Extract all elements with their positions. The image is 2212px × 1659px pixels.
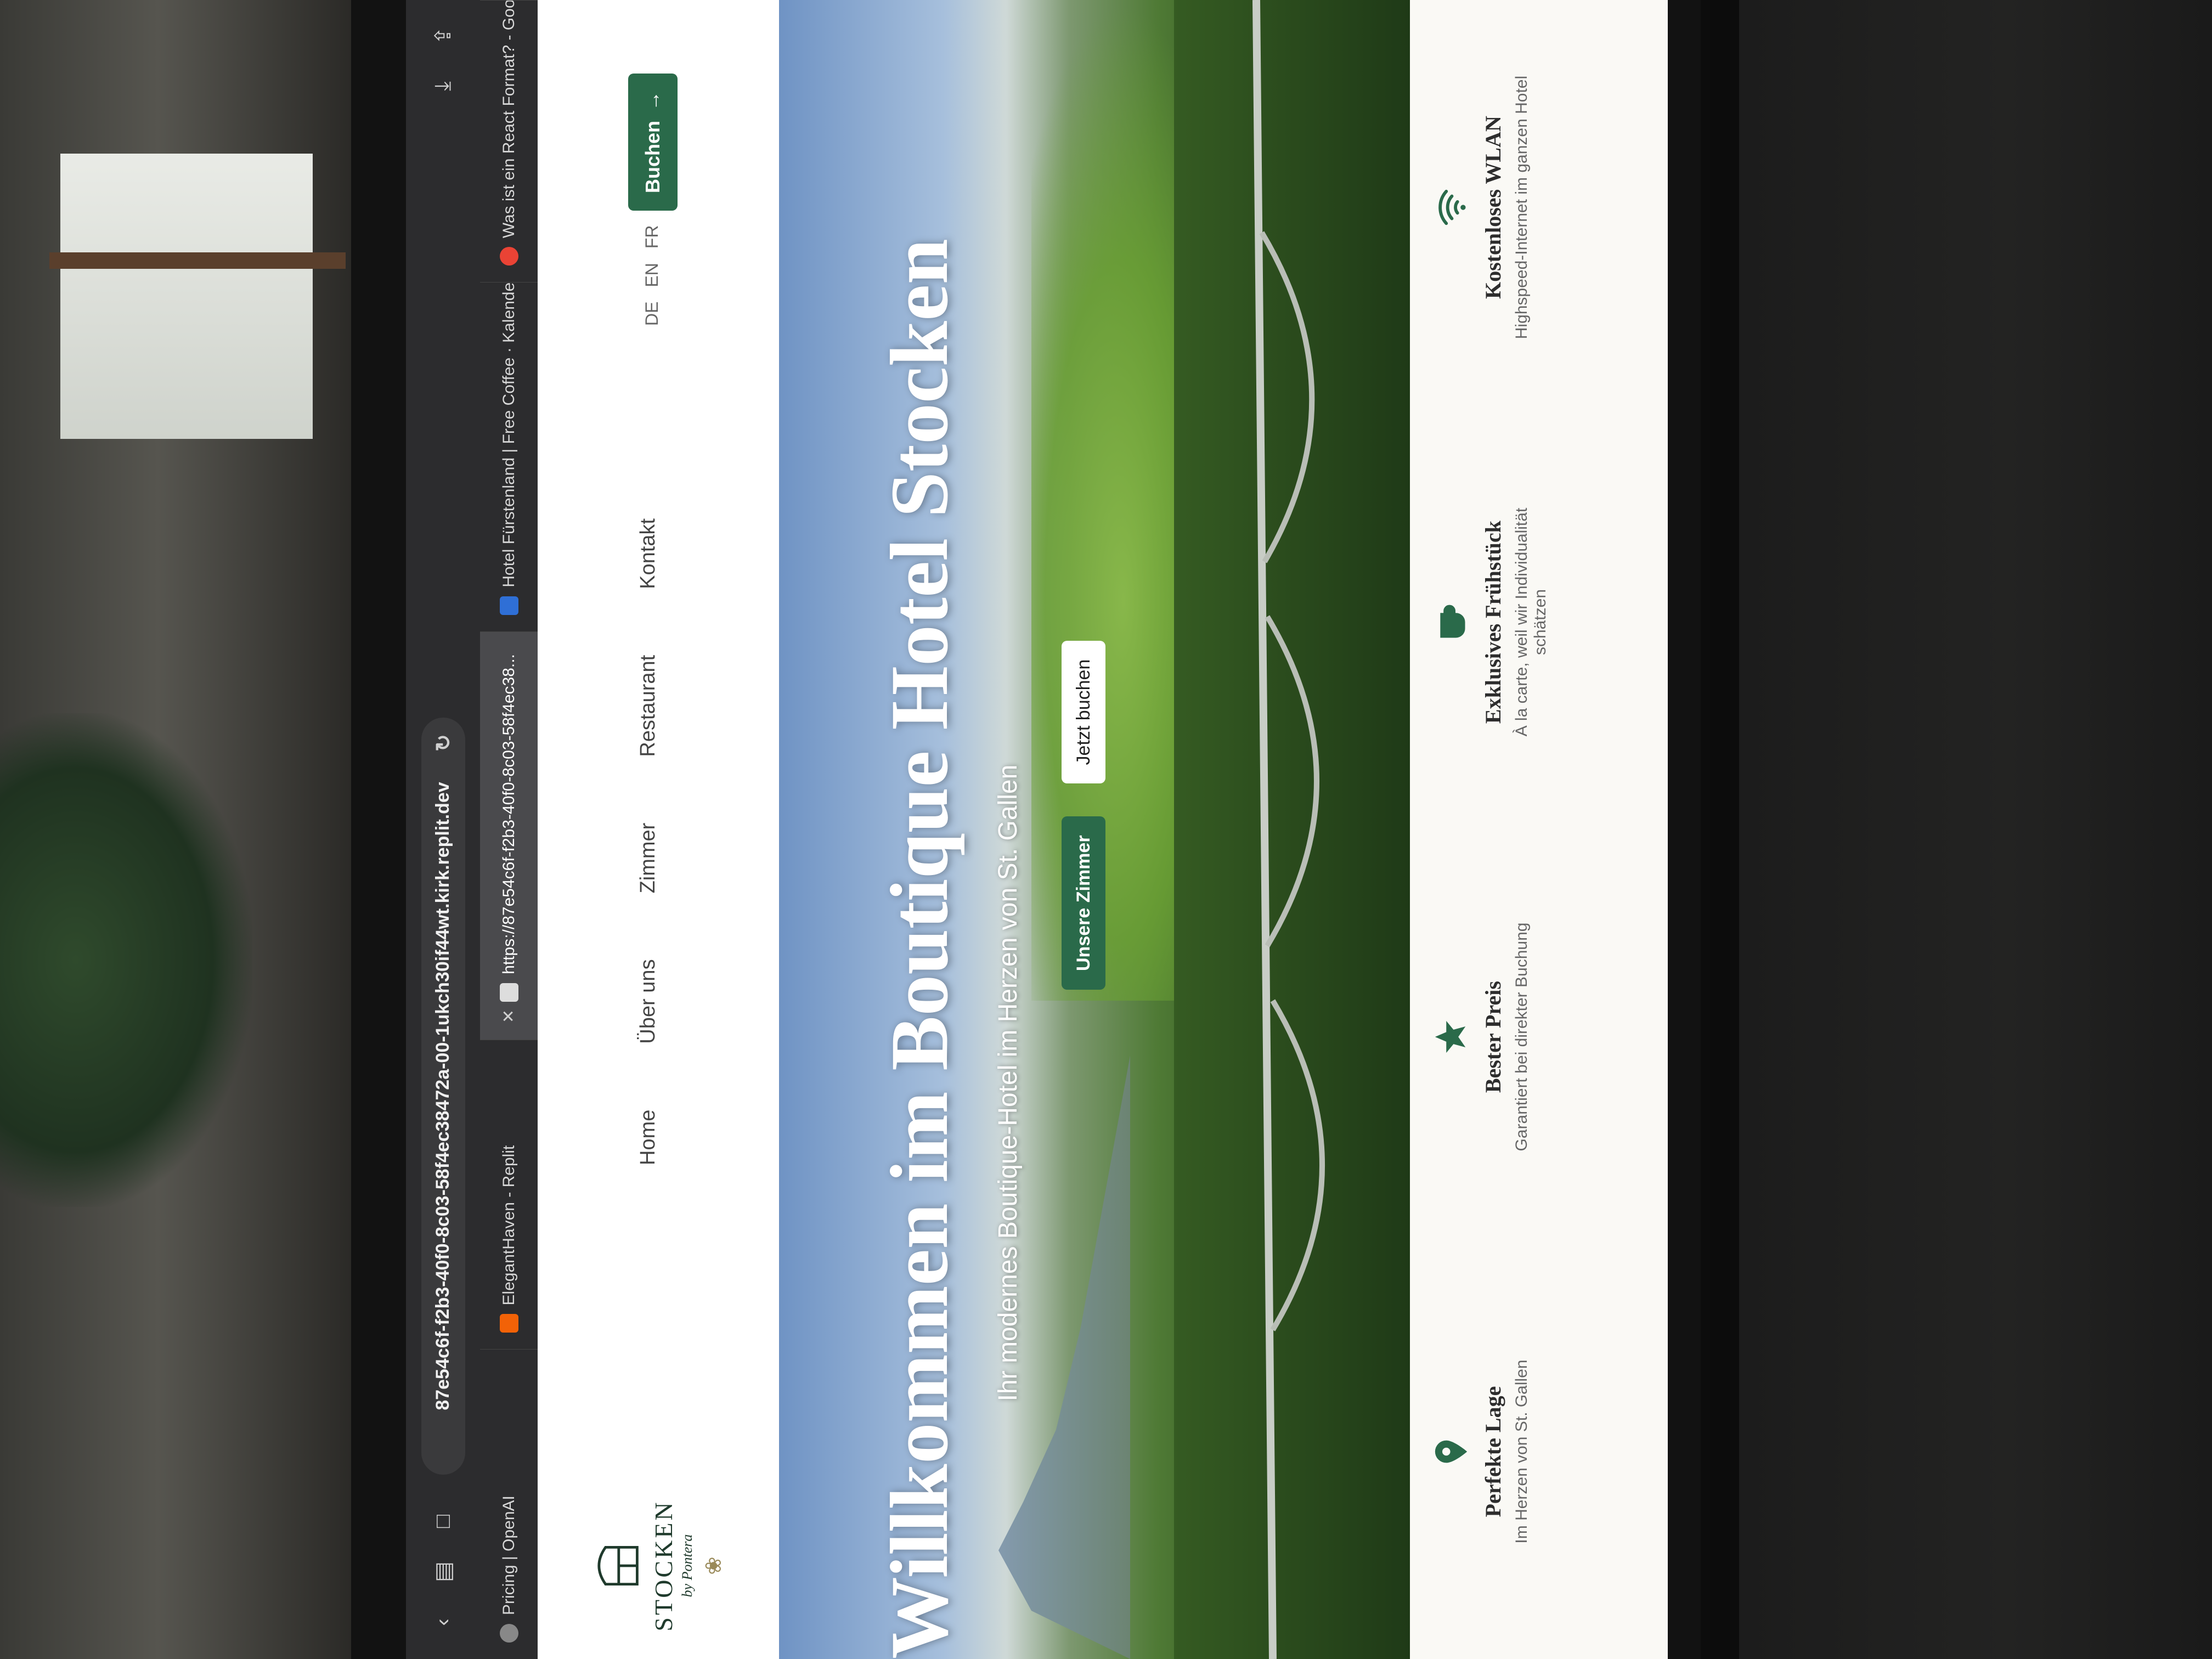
hero-subtitle: Ihr modernes Boutique-Hotel im Herzen vo… xyxy=(994,764,1023,1402)
booking-favicon-icon xyxy=(499,596,518,615)
main-nav: Home Über uns Zimmer Restaurant Kontakt xyxy=(636,518,660,1165)
tab-label: Hotel Fürstenland | Free Coffee · Kalend… xyxy=(499,282,518,588)
browser-chrome: ‹ ▤ □ 87e54c6f-f2b3-40f0-8c03-58f4ec3847… xyxy=(406,0,538,1659)
nav-rooms[interactable]: Zimmer xyxy=(636,823,660,894)
coffee-cup-icon xyxy=(1440,605,1465,638)
feature-desc: Garantiert bei direkter Buchung xyxy=(1513,922,1531,1152)
close-tab-icon[interactable]: ✕ xyxy=(499,1009,518,1023)
nav-restaurant[interactable]: Restaurant xyxy=(636,655,660,757)
logo-subtitle: by Pontera xyxy=(679,1534,695,1598)
feature-desc: Highspeed-Internet im ganzen Hotel xyxy=(1513,75,1531,340)
wifi-icon xyxy=(1438,189,1466,225)
google-favicon-icon xyxy=(499,247,518,266)
feature-title: Perfekte Lage xyxy=(1481,1386,1505,1517)
location-pin-icon xyxy=(1435,1440,1468,1463)
railway-bridge xyxy=(1252,0,1325,1659)
hotel-logo[interactable]: STOCKEN by Pontera ❀ xyxy=(590,1500,754,1632)
share-icon[interactable]: ⇪ xyxy=(430,22,457,49)
feature-title: Exklusives Frühstück xyxy=(1481,520,1505,724)
laptop-hinge xyxy=(1701,0,1739,1659)
site-favicon-icon xyxy=(499,983,518,1002)
book-button[interactable]: Buchen → xyxy=(628,74,678,211)
window-frame xyxy=(49,252,346,269)
browser-toolbar: ‹ ▤ □ 87e54c6f-f2b3-40f0-8c03-58f4ec3847… xyxy=(406,0,480,1659)
tab-google[interactable]: Was ist ein React Format? - Goo xyxy=(480,0,538,283)
logo-name: STOCKEN xyxy=(650,1500,678,1632)
feature-location: Perfekte Lage Im Herzen von St. Gallen xyxy=(1432,1309,1531,1594)
laptop-screen: ‹ ▤ □ 87e54c6f-f2b3-40f0-8c03-58f4ec3847… xyxy=(406,0,1668,1659)
feature-desc: À la carte, weil wir Individualität schä… xyxy=(1513,507,1549,737)
feature-desc: Im Herzen von St. Gallen xyxy=(1513,1359,1531,1544)
book-now-button[interactable]: Jetzt buchen xyxy=(1062,640,1105,784)
lang-fr[interactable]: FR xyxy=(642,225,662,249)
hero-mountains xyxy=(966,1056,1130,1659)
tab-current-site[interactable]: ✕ https://87e54c6f-f2b3-40f0-8c03-58f4ec… xyxy=(480,631,538,1040)
lang-en[interactable]: EN xyxy=(642,263,662,287)
lang-de[interactable]: DE xyxy=(642,302,662,326)
laptop-keyboard xyxy=(1701,0,2212,1659)
tab-label: Pricing | OpenAI xyxy=(499,1496,518,1615)
feature-price: Bester Preis Garantiert bei direkter Buc… xyxy=(1432,894,1531,1180)
tab-openai[interactable]: Pricing | OpenAI xyxy=(480,1349,538,1659)
address-bar[interactable]: 87e54c6f-f2b3-40f0-8c03-58f4ec38472a-00-… xyxy=(421,718,465,1475)
back-icon[interactable]: ‹ xyxy=(430,1609,457,1636)
openai-favicon-icon xyxy=(499,1624,518,1643)
arrow-right-icon: → xyxy=(641,91,664,111)
tab-hotel-fuerstenland[interactable]: Hotel Fürstenland | Free Coffee · Kalend… xyxy=(480,282,538,631)
feature-title: Bester Preis xyxy=(1481,981,1505,1093)
download-icon[interactable]: ⤓ xyxy=(430,72,457,100)
reload-icon[interactable]: ↻ xyxy=(431,734,456,752)
rooms-button[interactable]: Unsere Zimmer xyxy=(1062,816,1105,990)
hero-buttons: Unsere Zimmer Jetzt buchen xyxy=(1062,640,1105,990)
tab-label: ElegantHaven - Replit xyxy=(499,1145,518,1306)
replit-favicon-icon xyxy=(499,1314,518,1333)
house-plant xyxy=(0,713,252,1207)
sidebar-toggle-icon[interactable]: ▤ xyxy=(430,1558,457,1585)
features-section: Perfekte Lage Im Herzen von St. Gallen B… xyxy=(1410,0,1668,1659)
url-text: 87e54c6f-f2b3-40f0-8c03-58f4ec38472a-00-… xyxy=(432,782,453,1410)
feature-wifi: Kostenloses WLAN Highspeed-Internet im g… xyxy=(1432,65,1531,350)
star-icon xyxy=(1435,1020,1466,1053)
room-window xyxy=(60,154,313,439)
feature-title: Kostenloses WLAN xyxy=(1481,116,1505,299)
tab-strip: Pricing | OpenAI ElegantHaven - Replit ✕… xyxy=(480,0,538,1659)
nav-home[interactable]: Home xyxy=(636,1110,660,1165)
tab-replit[interactable]: ElegantHaven - Replit xyxy=(480,1039,538,1350)
hero-section: Willkommen im Boutique Hotel Stocken Ihr… xyxy=(779,0,1410,1659)
book-button-label: Buchen xyxy=(641,121,664,194)
hero-title: Willkommen im Boutique Hotel Stocken xyxy=(874,238,965,1659)
nav-contact[interactable]: Kontakt xyxy=(636,518,660,589)
castle-logo-icon xyxy=(597,1546,639,1585)
notion-icon[interactable]: □ xyxy=(430,1508,457,1535)
tab-label: Was ist ein React Format? - Goo xyxy=(499,0,518,239)
feature-breakfast: Exklusives Frühstück À la carte, weil wi… xyxy=(1432,479,1550,765)
language-switcher: DE EN FR xyxy=(642,225,662,326)
tab-label: https://87e54c6f-f2b3-40f0-8c03-58f4ec38… xyxy=(499,654,518,974)
nav-about[interactable]: Über uns xyxy=(636,959,660,1043)
site-header: STOCKEN by Pontera ❀ Home Über uns Zimme… xyxy=(538,0,790,1659)
leaf-ornament-icon: ❀ xyxy=(702,1556,726,1575)
